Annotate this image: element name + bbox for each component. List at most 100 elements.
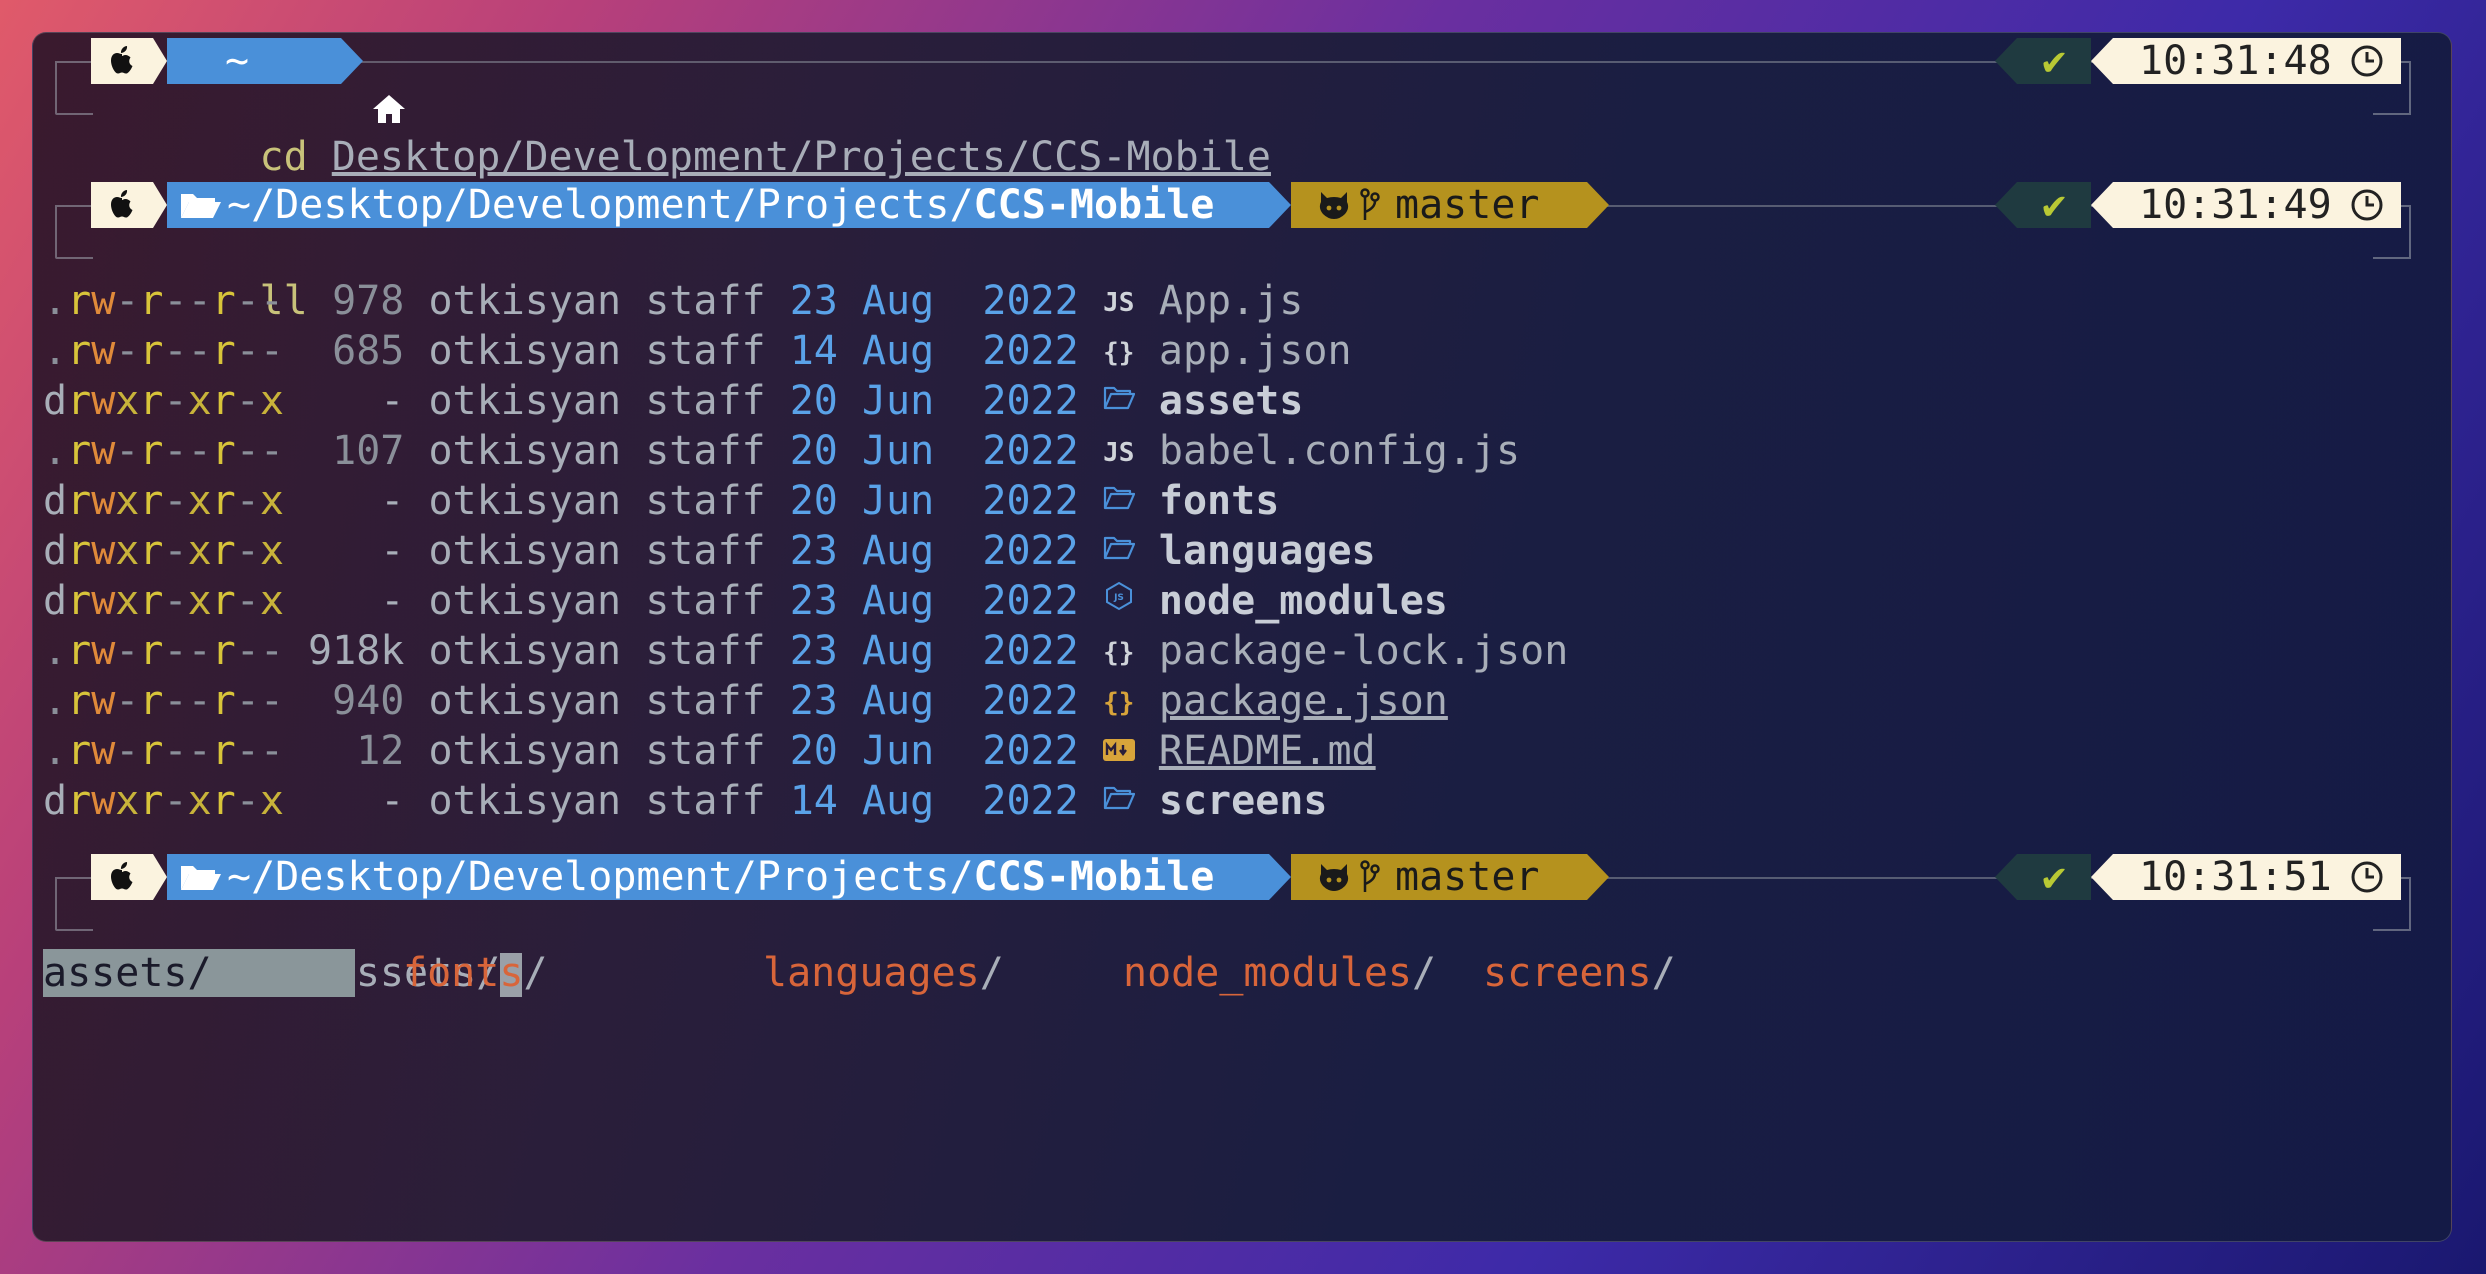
prompt-path: ~/Desktop/Development/Projects/ [227, 854, 974, 900]
markdown-icon [1102, 729, 1135, 777]
file-owner: otkisyan [428, 578, 622, 624]
file-owner: otkisyan [428, 678, 622, 724]
file-group: staff [645, 428, 766, 474]
file-name[interactable]: screens [1159, 778, 1328, 824]
list-item: .rw-r--r-- 685 otkisyan staff 14 Aug 202… [43, 327, 1568, 377]
file-owner: otkisyan [428, 328, 622, 374]
file-owner: otkisyan [428, 728, 622, 774]
completion-item[interactable]: fonts/ [403, 949, 763, 997]
github-icon [1315, 188, 1353, 222]
file-size: 12 [308, 728, 405, 774]
file-permissions: drwxr-xr-x [43, 778, 284, 824]
file-size: 107 [308, 428, 405, 474]
completion-item[interactable]: assets/ [43, 949, 355, 997]
file-permissions: .rw-r--r-- [43, 678, 284, 724]
file-group: staff [645, 778, 766, 824]
file-permissions: drwxr-xr-x [43, 578, 284, 624]
file-date: 23 Aug 2022 [789, 678, 1079, 724]
folder-icon [1103, 379, 1135, 427]
file-permissions: .rw-r--r-- [43, 278, 284, 324]
file-name[interactable]: languages [1159, 528, 1376, 574]
list-item: drwxr-xr-x - otkisyan staff 23 Aug 2022 … [43, 577, 1568, 627]
file-size: - [308, 378, 405, 424]
terminal-window[interactable]: ~ ✔ 10:31:48 cd Desktop/Development/Proj… [32, 32, 2452, 1242]
prompt-time: 10:31:48 [2139, 38, 2332, 84]
file-group: staff [645, 678, 766, 724]
file-name[interactable]: babel.config.js [1159, 428, 1520, 474]
list-item: .rw-r--r-- 978 otkisyan staff 23 Aug 202… [43, 277, 1568, 327]
file-permissions: .rw-r--r-- [43, 328, 284, 374]
list-item: .rw-r--r-- 940 otkisyan staff 23 Aug 202… [43, 677, 1568, 727]
file-name[interactable]: package.json [1159, 678, 1448, 724]
file-permissions: drwxr-xr-x [43, 478, 284, 524]
file-name[interactable]: assets [1159, 378, 1304, 424]
status-check: ✔ [2017, 854, 2091, 900]
prompt-path-current: CCS-Mobile [973, 182, 1215, 228]
file-date: 20 Jun 2022 [789, 428, 1079, 474]
github-icon [1315, 860, 1353, 894]
file-date: 14 Aug 2022 [789, 778, 1079, 824]
file-name[interactable]: app.json [1159, 328, 1352, 374]
file-owner: otkisyan [428, 378, 622, 424]
folder-icon [1103, 779, 1135, 827]
file-owner: otkisyan [428, 278, 622, 324]
file-size: 918k [308, 628, 405, 674]
completion-item[interactable]: languages/ [763, 949, 1123, 997]
file-permissions: drwxr-xr-x [43, 528, 284, 574]
apple-icon [91, 182, 153, 228]
file-permissions: .rw-r--r-- [43, 428, 284, 474]
git-branch-icon [1359, 188, 1381, 222]
list-item: drwxr-xr-x - otkisyan staff 20 Jun 2022 … [43, 377, 1568, 427]
file-name[interactable]: package-lock.json [1159, 628, 1568, 674]
git-branch-icon [1359, 860, 1381, 894]
file-size: 940 [308, 678, 405, 724]
git-branch: master [1395, 854, 1540, 900]
prompt-path: ~/Desktop/Development/Projects/ [227, 182, 974, 228]
file-group: staff [645, 728, 766, 774]
prompt-path-current: CCS-Mobile [973, 854, 1215, 900]
list-item: drwxr-xr-x - otkisyan staff 14 Aug 2022 … [43, 777, 1568, 827]
folder-icon [1103, 479, 1135, 527]
list-item: drwxr-xr-x - otkisyan staff 23 Aug 2022 … [43, 527, 1568, 577]
file-permissions: .rw-r--r-- [43, 728, 284, 774]
command: cd [259, 134, 308, 180]
file-group: staff [645, 628, 766, 674]
file-group: staff [645, 378, 766, 424]
js-icon: JS [1103, 438, 1135, 468]
clock-icon [2350, 188, 2384, 222]
list-item: .rw-r--r-- 918k otkisyan staff 23 Aug 20… [43, 627, 1568, 677]
command-argument[interactable]: Desktop/Development/Projects/CCS-Mobile [332, 134, 1271, 180]
file-owner: otkisyan [428, 778, 622, 824]
file-group: staff [645, 278, 766, 324]
file-date: 20 Jun 2022 [789, 728, 1079, 774]
file-date: 20 Jun 2022 [789, 378, 1079, 424]
file-group: staff [645, 578, 766, 624]
file-size: 978 [308, 278, 405, 324]
file-name[interactable]: App.js [1159, 278, 1304, 324]
apple-icon [91, 38, 153, 84]
apple-icon [91, 854, 153, 900]
file-group: staff [645, 328, 766, 374]
js-icon: JS [1103, 288, 1135, 318]
file-date: 23 Aug 2022 [789, 578, 1079, 624]
file-group: staff [645, 528, 766, 574]
list-item: .rw-r--r-- 107 otkisyan staff 20 Jun 202… [43, 427, 1568, 477]
file-date: 23 Aug 2022 [789, 278, 1079, 324]
file-name[interactable]: fonts [1159, 478, 1279, 524]
completion-item[interactable]: node_modules/ [1123, 949, 1483, 997]
file-size: - [308, 528, 405, 574]
folder-open-icon [179, 188, 223, 222]
file-name[interactable]: node_modules [1159, 578, 1448, 624]
clock-icon [2350, 860, 2384, 894]
file-date: 23 Aug 2022 [789, 628, 1079, 674]
json-icon-yellow: {} [1103, 688, 1135, 718]
json-icon: {} [1103, 338, 1135, 368]
json-icon: {} [1103, 638, 1135, 668]
completion-menu: assets/fonts/languages/node_modules/scre… [43, 949, 1843, 997]
file-name[interactable]: README.md [1159, 728, 1376, 774]
file-size: 685 [308, 328, 405, 374]
file-owner: otkisyan [428, 628, 622, 674]
git-branch: master [1395, 182, 1540, 228]
clock-icon [2350, 44, 2384, 78]
completion-item[interactable]: screens/ [1483, 949, 1843, 997]
